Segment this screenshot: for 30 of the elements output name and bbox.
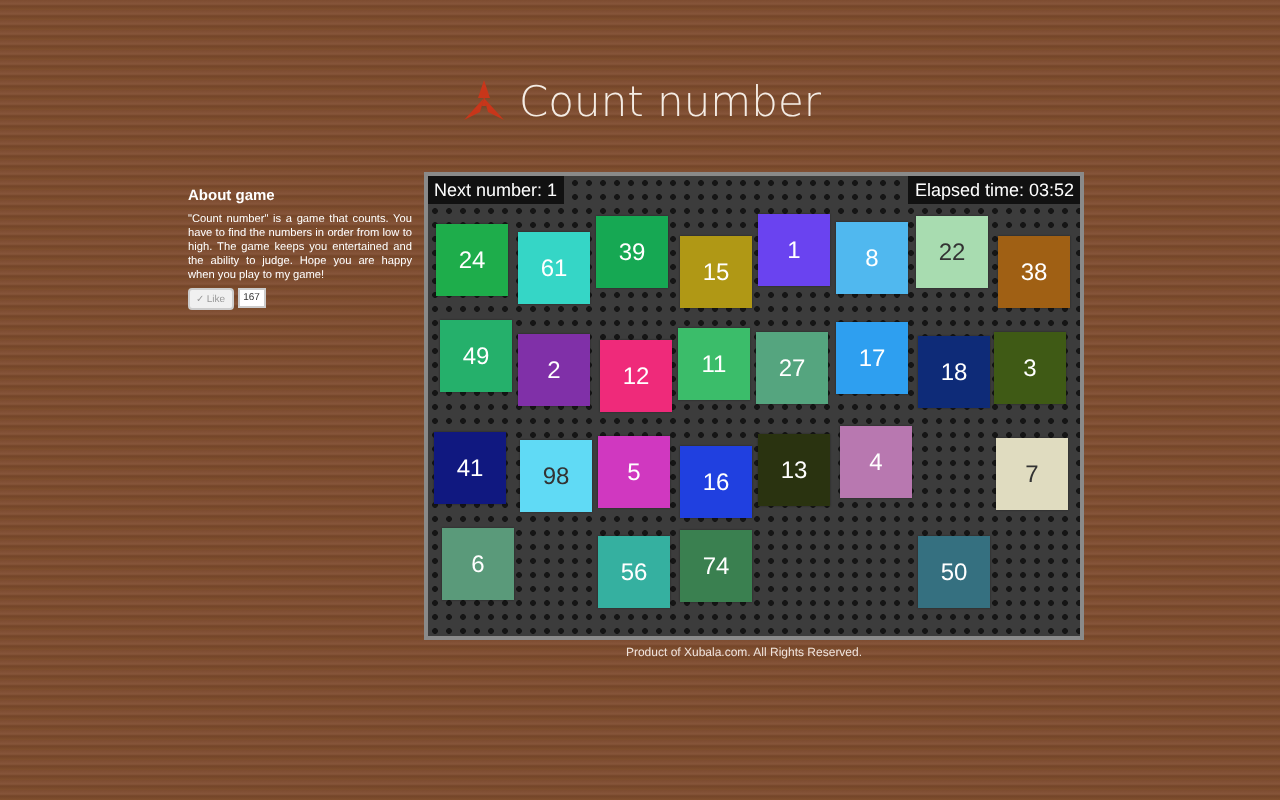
- number-tile[interactable]: 56: [598, 536, 670, 608]
- number-tile[interactable]: 50: [918, 536, 990, 608]
- number-tile[interactable]: 18: [918, 336, 990, 408]
- number-tile[interactable]: 13: [758, 434, 830, 506]
- number-tile[interactable]: 5: [598, 436, 670, 508]
- number-tile[interactable]: 3: [994, 332, 1066, 404]
- number-tile[interactable]: 41: [434, 432, 506, 504]
- number-tile[interactable]: 27: [756, 332, 828, 404]
- number-tile[interactable]: 17: [836, 322, 908, 394]
- number-tile[interactable]: 4: [840, 426, 912, 498]
- number-tile[interactable]: 6: [442, 528, 514, 600]
- number-tile[interactable]: 8: [836, 222, 908, 294]
- number-tile[interactable]: 12: [600, 340, 672, 412]
- number-tile[interactable]: 11: [678, 328, 750, 400]
- number-tile[interactable]: 98: [520, 440, 592, 512]
- number-tile[interactable]: 2: [518, 334, 590, 406]
- number-tile[interactable]: 74: [680, 530, 752, 602]
- logo-icon: [459, 78, 507, 126]
- number-tile[interactable]: 16: [680, 446, 752, 518]
- number-tile[interactable]: 22: [916, 216, 988, 288]
- number-tile[interactable]: 24: [436, 224, 508, 296]
- app-title: Count number: [519, 78, 821, 126]
- number-tile[interactable]: 1: [758, 214, 830, 286]
- number-tile[interactable]: 49: [440, 320, 512, 392]
- elapsed-time-label: Elapsed time: 03:52: [908, 176, 1080, 204]
- number-tile[interactable]: 38: [998, 236, 1070, 308]
- number-tile[interactable]: 15: [680, 236, 752, 308]
- next-number-label: Next number: 1: [428, 176, 564, 204]
- number-tile[interactable]: 7: [996, 438, 1068, 510]
- number-tile[interactable]: 39: [596, 216, 668, 288]
